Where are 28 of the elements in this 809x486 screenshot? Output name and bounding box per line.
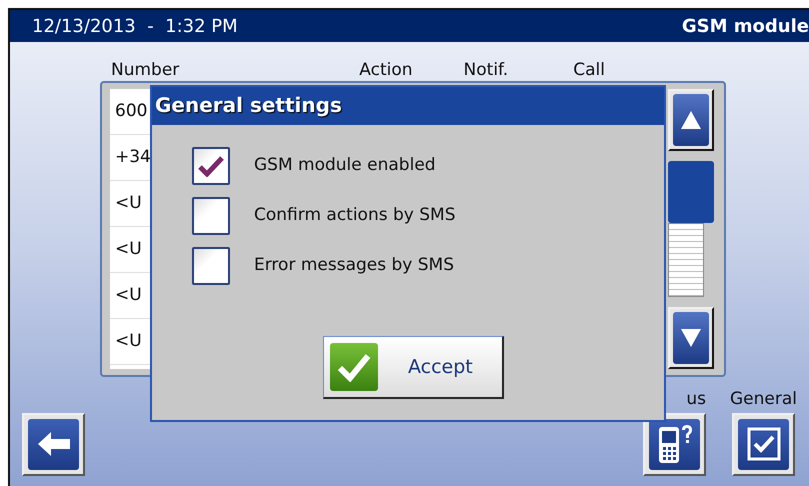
scroll-up-button[interactable] — [668, 89, 714, 151]
screen-title: GSM module — [682, 14, 809, 38]
option-label: GSM module enabled — [254, 154, 436, 178]
checkbox[interactable] — [192, 197, 230, 235]
check-icon — [330, 343, 378, 391]
checkbox[interactable] — [192, 247, 230, 285]
accept-button[interactable]: Accept — [323, 336, 504, 399]
general-button[interactable] — [732, 412, 795, 476]
status-button[interactable] — [643, 412, 706, 476]
scroll-thumb[interactable] — [668, 161, 714, 223]
back-button[interactable] — [22, 412, 85, 476]
date-time: 12/13/2013 - 1:32 PM — [32, 14, 238, 38]
option-label: Confirm actions by SMS — [254, 204, 456, 228]
check-mark-icon — [198, 155, 224, 177]
column-header: Notif. — [464, 59, 508, 81]
option-label: Error messages by SMS — [254, 254, 454, 278]
left-arrow-icon — [36, 431, 70, 457]
scroll-down-button[interactable] — [668, 307, 714, 369]
up-arrow-icon — [680, 109, 702, 131]
column-header: Number — [111, 59, 180, 81]
column-header: Call — [573, 59, 605, 81]
checkbox-icon — [746, 427, 780, 461]
checkbox[interactable] — [192, 147, 230, 185]
down-arrow-icon — [680, 327, 702, 349]
button-label: us — [686, 388, 706, 411]
dialog-title: General settings — [152, 87, 664, 125]
button-label: General — [730, 388, 797, 411]
column-header: Action — [359, 59, 413, 81]
